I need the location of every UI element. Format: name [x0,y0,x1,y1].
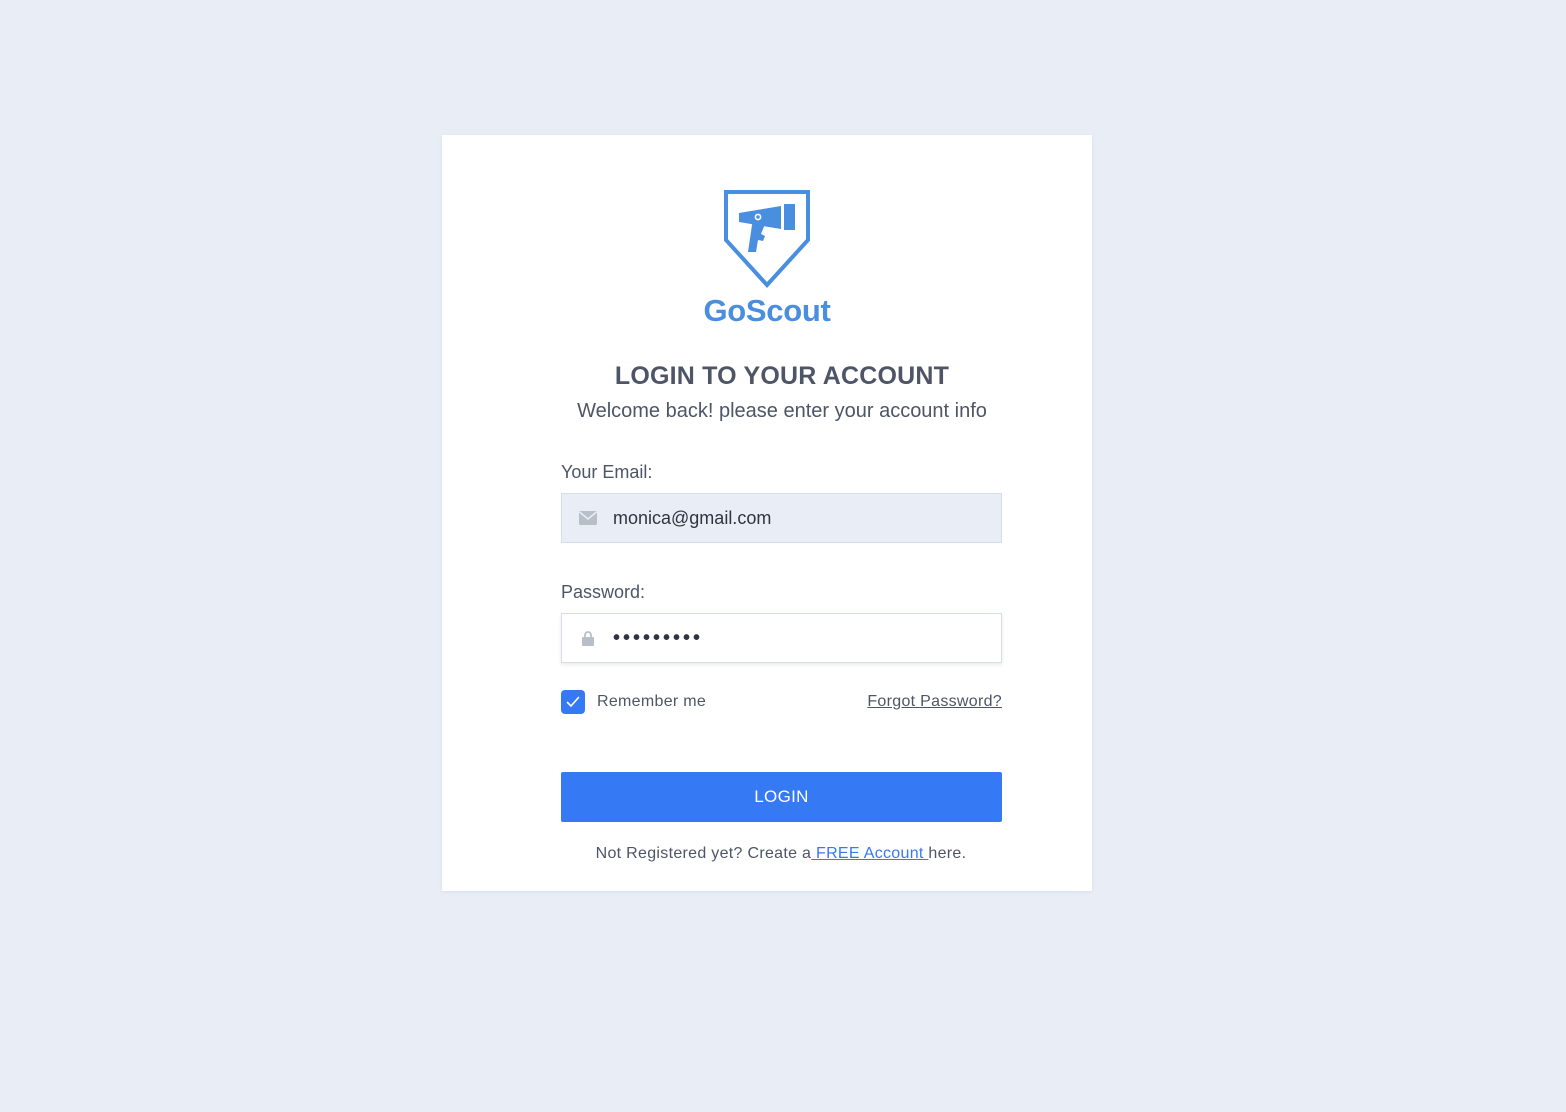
page-subtitle: Welcome back! please enter your account … [577,400,987,422]
password-label: Password: [561,582,646,602]
email-label: Your Email: [561,462,653,482]
register-suffix: here. [928,845,967,862]
free-account-link[interactable]: FREE Account [811,845,928,862]
check-icon [566,696,580,707]
brand-logo: GoScout [442,189,1092,329]
register-prompt: Not Registered yet? Create a FREE Accoun… [442,845,1120,863]
login-button[interactable]: LOGIN [561,772,1002,822]
remember-label: Remember me [597,693,707,710]
goscout-shield-logo [724,190,810,288]
login-card: GoScout LOGIN TO YOUR ACCOUNT Welcome ba… [442,135,1092,891]
password-value[interactable]: ••••••••• [613,627,703,650]
remember-checkbox[interactable] [561,690,585,714]
email-field[interactable]: monica@gmail.com [561,493,1002,543]
envelope-icon [562,511,613,525]
page-title: LOGIN TO YOUR ACCOUNT [614,362,950,390]
forgot-password-link[interactable]: Forgot Password? [867,693,1002,711]
brand-name: GoScout [703,293,831,328]
lock-icon [562,630,613,646]
remember-me[interactable]: Remember me [561,690,706,714]
register-prefix: Not Registered yet? Create a [595,845,812,862]
password-field[interactable]: ••••••••• [561,613,1002,663]
email-value[interactable]: monica@gmail.com [613,508,771,529]
